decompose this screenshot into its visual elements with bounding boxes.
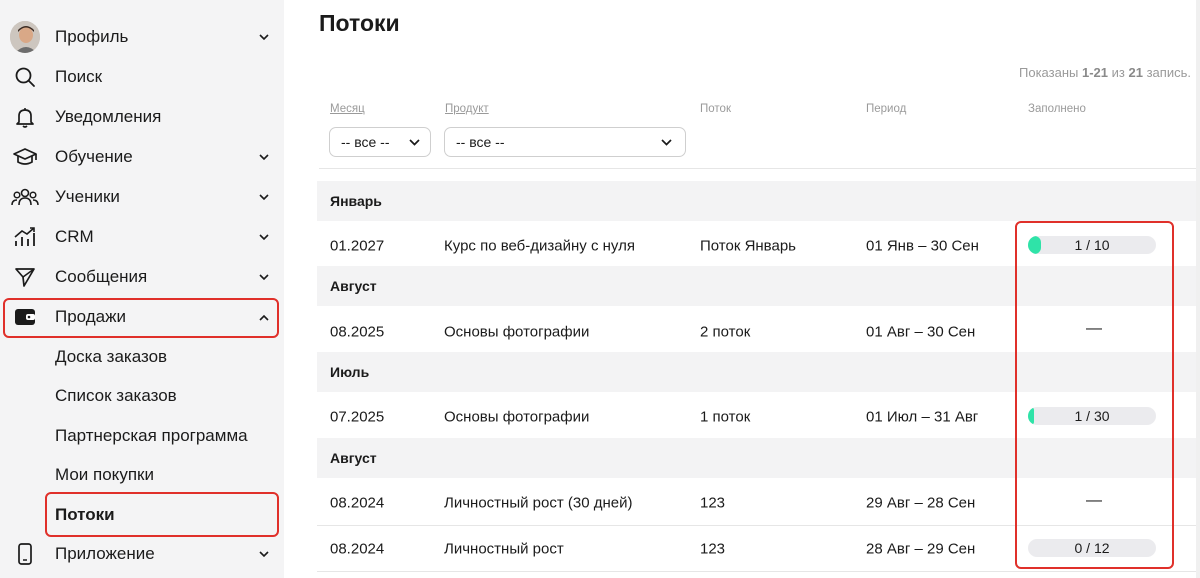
records-count-total: 21: [1128, 65, 1143, 80]
sidebar-item-label: Сообщения: [55, 267, 148, 286]
month-filter-select[interactable]: -- все --: [329, 127, 431, 157]
column-header-product[interactable]: Продукт: [445, 103, 489, 115]
avatar: [10, 21, 40, 53]
fill-progress-bar: 1 / 30: [1028, 407, 1156, 425]
group-header-label: Июль: [330, 364, 370, 380]
chevron-down-icon[interactable]: [257, 150, 271, 164]
empty-fill-value: —: [1086, 320, 1102, 337]
sidebar-subitem-orders-board[interactable]: Доска заказов: [55, 347, 167, 367]
sidebar-item-notifications[interactable]: Уведомления: [0, 97, 284, 137]
row-period: 01 Янв – 30 Сен: [866, 237, 979, 254]
sidebar-item-label: Ученики: [55, 187, 120, 206]
sidebar-item-label: Обучение: [55, 147, 133, 166]
row-month: 08.2024: [330, 494, 385, 511]
chevron-down-icon[interactable]: [257, 30, 271, 44]
table-row[interactable]: 08.2025 Основы фотографии 2 поток 01 Авг…: [317, 309, 1200, 354]
group-header: Август: [317, 438, 1200, 478]
chevron-down-icon[interactable]: [257, 547, 271, 561]
sidebar-item-messages[interactable]: Сообщения: [0, 257, 284, 297]
sidebar-item-label: Уведомления: [55, 107, 162, 126]
column-header-filled: Заполнено: [1028, 103, 1086, 115]
progress-text: 1 / 10: [1074, 237, 1110, 253]
row-stream: 123: [700, 540, 726, 557]
row-period: 29 Авг – 28 Сен: [866, 494, 976, 511]
chevron-down-icon[interactable]: [257, 270, 271, 284]
sidebar-item-app[interactable]: Приложение: [0, 534, 284, 574]
product-filter-value: -- все --: [456, 134, 505, 150]
progress-text: 0 / 12: [1074, 540, 1110, 556]
row-period: 01 Авг – 30 Сен: [866, 323, 976, 340]
sidebar-subitem-my-purchases[interactable]: Мои покупки: [55, 465, 154, 485]
fill-progress-bar: 1 / 10: [1028, 236, 1156, 254]
sidebar-item-profile[interactable]: Профиль: [0, 17, 284, 57]
sidebar-item-label: Поиск: [55, 67, 103, 86]
empty-fill-value: —: [1086, 492, 1102, 509]
scrollbar[interactable]: [1196, 0, 1200, 578]
sidebar-item-crm[interactable]: CRM: [0, 217, 284, 257]
sidebar-item-label: Профиль: [55, 27, 129, 46]
row-product: Личностный рост: [444, 540, 564, 557]
sidebar-item-students[interactable]: Ученики: [0, 177, 284, 217]
group-header: Август: [317, 266, 1200, 306]
column-header-period: Период: [866, 103, 907, 115]
row-stream: 1 поток: [700, 408, 751, 425]
row-month: 01.2027: [330, 237, 385, 254]
sidebar: Профиль Поиск Уведомления Обучение Учени…: [0, 0, 284, 578]
sidebar-item-search[interactable]: Поиск: [0, 57, 284, 97]
product-filter-select[interactable]: -- все --: [444, 127, 686, 157]
page-title: Потоки: [319, 10, 400, 36]
users-icon: [10, 182, 40, 212]
row-product: Основы фотографии: [444, 323, 590, 340]
sidebar-subitem-partner-program[interactable]: Партнерская программа: [55, 426, 248, 446]
sidebar-item-sales[interactable]: Продажи: [0, 297, 284, 337]
sidebar-subitem-orders-list[interactable]: Список заказов: [55, 386, 177, 406]
row-stream: 2 поток: [700, 323, 751, 340]
group-header: Январь: [317, 181, 1200, 221]
phone-icon: [10, 539, 40, 569]
group-header-label: Январь: [330, 193, 382, 209]
sidebar-item-label: CRM: [55, 227, 94, 246]
group-header-label: Август: [330, 450, 377, 466]
records-count-range: 1-21: [1081, 65, 1109, 80]
row-month: 08.2024: [330, 540, 385, 557]
chart-icon: [10, 222, 40, 252]
row-product: Курс по веб-дизайну с нуля: [444, 237, 635, 254]
fill-progress-bar: 0 / 12: [1028, 539, 1156, 557]
records-count-middle: из: [1111, 65, 1125, 80]
column-header-stream: Поток: [700, 103, 731, 115]
sidebar-subitem-streams[interactable]: Потоки: [55, 505, 115, 525]
row-product: Личностный рост (30 дней): [444, 494, 633, 511]
group-header-label: Август: [330, 278, 377, 294]
send-icon: [10, 262, 40, 292]
group-header: Июль: [317, 352, 1200, 392]
graduation-cap-icon: [10, 142, 40, 172]
row-month: 08.2025: [330, 323, 385, 340]
chevron-up-icon[interactable]: [257, 310, 271, 324]
row-period: 01 Июл – 31 Авг: [866, 408, 979, 425]
sidebar-item-label: Приложение: [55, 544, 155, 563]
column-header-month[interactable]: Месяц: [330, 103, 365, 115]
wallet-icon: [10, 302, 40, 332]
chevron-down-icon[interactable]: [257, 230, 271, 244]
row-product: Основы фотографии: [444, 408, 590, 425]
bell-icon: [10, 102, 40, 132]
sidebar-item-learning[interactable]: Обучение: [0, 137, 284, 177]
row-stream: 123: [700, 494, 726, 511]
chevron-down-icon: [661, 136, 673, 148]
table-row[interactable]: 08.2024 Личностный рост (30 дней) 123 29…: [317, 480, 1200, 525]
records-count: Показаны 1-21 из 21 запись.: [1019, 65, 1191, 80]
sidebar-item-label: Продажи: [55, 307, 126, 326]
row-period: 28 Авг – 29 Сен: [866, 540, 976, 557]
month-filter-value: -- все --: [341, 134, 390, 150]
row-month: 07.2025: [330, 408, 385, 425]
divider: [317, 571, 1200, 572]
chevron-down-icon: [409, 136, 421, 148]
divider: [319, 168, 1200, 169]
records-count-suffix: запись.: [1146, 65, 1191, 80]
progress-text: 1 / 30: [1074, 408, 1110, 424]
chevron-down-icon[interactable]: [257, 190, 271, 204]
records-count-prefix: Показаны: [1019, 65, 1079, 80]
search-icon: [10, 62, 40, 92]
row-stream: Поток Январь: [700, 237, 796, 254]
